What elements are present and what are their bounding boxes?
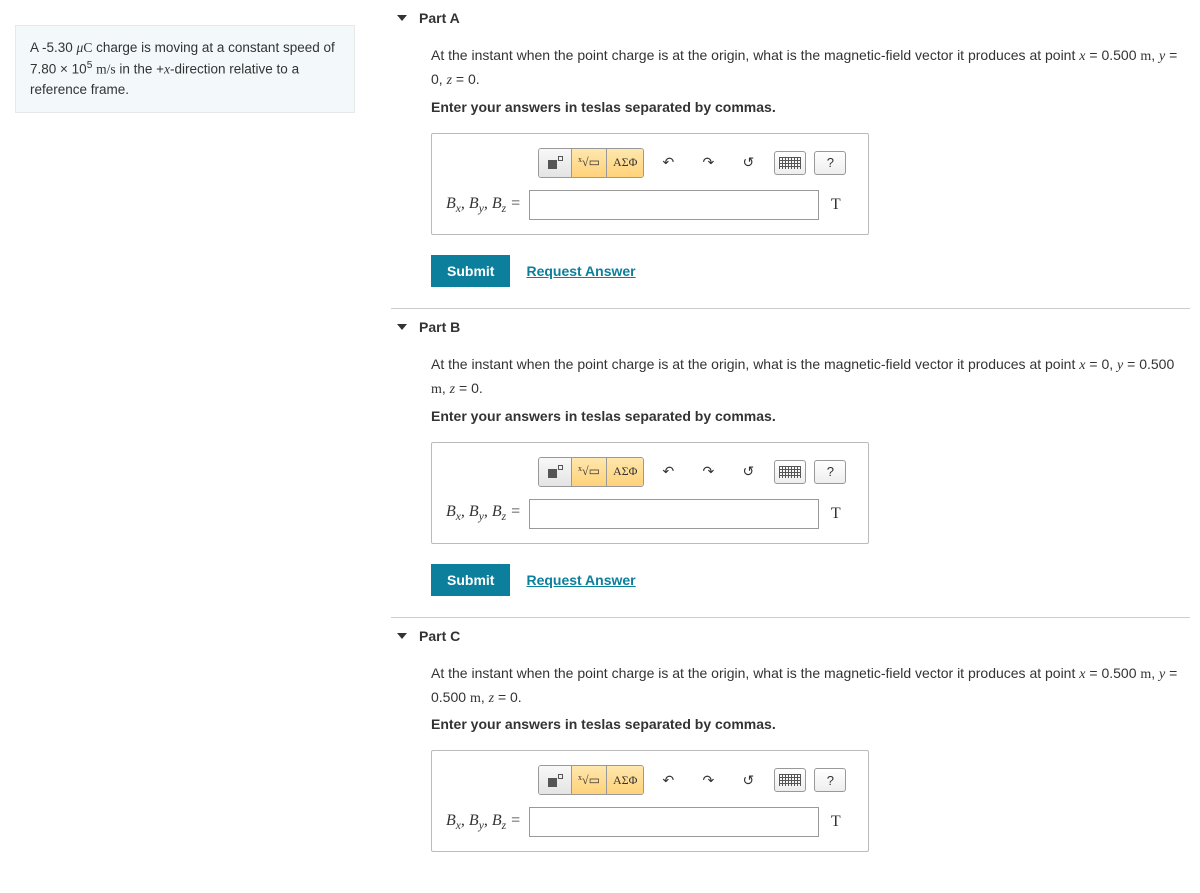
part-instruction: Enter your answers in teslas separated b… — [431, 408, 1190, 424]
part-instruction: Enter your answers in teslas separated b… — [431, 716, 1190, 732]
help-button[interactable]: ? — [814, 460, 846, 484]
formatting-toolbar: x√▭ ΑΣΦ ↶ ↷ ↺ ? — [538, 148, 854, 178]
part-header[interactable]: Part B — [391, 309, 1190, 345]
answer-input[interactable] — [529, 190, 819, 220]
request-answer-link[interactable]: Request Answer — [526, 572, 635, 588]
part-title: Part B — [419, 319, 460, 335]
sqrt-button[interactable]: x√▭ — [571, 766, 606, 794]
redo-button[interactable]: ↷ — [694, 766, 722, 794]
redo-button[interactable]: ↷ — [694, 149, 722, 177]
greek-button[interactable]: ΑΣΦ — [606, 766, 643, 794]
submit-button[interactable]: Submit — [431, 255, 510, 287]
part-prompt: At the instant when the point charge is … — [431, 44, 1190, 93]
answer-unit: T — [831, 813, 853, 831]
chevron-down-icon — [397, 324, 407, 330]
answer-input-group: x√▭ ΑΣΦ ↶ ↷ ↺ ? Bx, By, Bz = T — [431, 442, 869, 544]
greek-button[interactable]: ΑΣΦ — [606, 149, 643, 177]
reset-button[interactable]: ↺ — [734, 149, 762, 177]
submit-button[interactable]: Submit — [431, 564, 510, 596]
answer-label: Bx, By, Bz = — [446, 812, 521, 832]
reset-button[interactable]: ↺ — [734, 458, 762, 486]
help-button[interactable]: ? — [814, 151, 846, 175]
part-prompt: At the instant when the point charge is … — [431, 353, 1190, 402]
formatting-toolbar: x√▭ ΑΣΦ ↶ ↷ ↺ ? — [538, 765, 854, 795]
answer-label: Bx, By, Bz = — [446, 503, 521, 523]
answer-unit: T — [831, 196, 853, 214]
chevron-down-icon — [397, 633, 407, 639]
part-header[interactable]: Part A — [391, 0, 1190, 36]
part-title: Part C — [419, 628, 460, 644]
answer-input[interactable] — [529, 499, 819, 529]
redo-button[interactable]: ↷ — [694, 458, 722, 486]
template-button[interactable] — [539, 458, 571, 486]
reset-button[interactable]: ↺ — [734, 766, 762, 794]
answer-input[interactable] — [529, 807, 819, 837]
part-prompt: At the instant when the point charge is … — [431, 662, 1190, 711]
part-header[interactable]: Part C — [391, 618, 1190, 654]
keyboard-button[interactable] — [774, 151, 806, 175]
part-instruction: Enter your answers in teslas separated b… — [431, 99, 1190, 115]
greek-button[interactable]: ΑΣΦ — [606, 458, 643, 486]
keyboard-button[interactable] — [774, 460, 806, 484]
chevron-down-icon — [397, 15, 407, 21]
answer-input-group: x√▭ ΑΣΦ ↶ ↷ ↺ ? Bx, By, Bz = T — [431, 750, 869, 852]
part-title: Part A — [419, 10, 460, 26]
problem-statement: A -5.30 μC charge is moving at a constan… — [15, 25, 355, 113]
help-button[interactable]: ? — [814, 768, 846, 792]
answer-input-group: x√▭ ΑΣΦ ↶ ↷ ↺ ? Bx, By, Bz = T — [431, 133, 869, 235]
answer-unit: T — [831, 505, 853, 523]
keyboard-button[interactable] — [774, 768, 806, 792]
undo-button[interactable]: ↶ — [654, 766, 682, 794]
template-button[interactable] — [539, 766, 571, 794]
template-button[interactable] — [539, 149, 571, 177]
formatting-toolbar: x√▭ ΑΣΦ ↶ ↷ ↺ ? — [538, 457, 854, 487]
request-answer-link[interactable]: Request Answer — [526, 263, 635, 279]
sqrt-button[interactable]: x√▭ — [571, 149, 606, 177]
sqrt-button[interactable]: x√▭ — [571, 458, 606, 486]
undo-button[interactable]: ↶ — [654, 149, 682, 177]
undo-button[interactable]: ↶ — [654, 458, 682, 486]
answer-label: Bx, By, Bz = — [446, 195, 521, 215]
